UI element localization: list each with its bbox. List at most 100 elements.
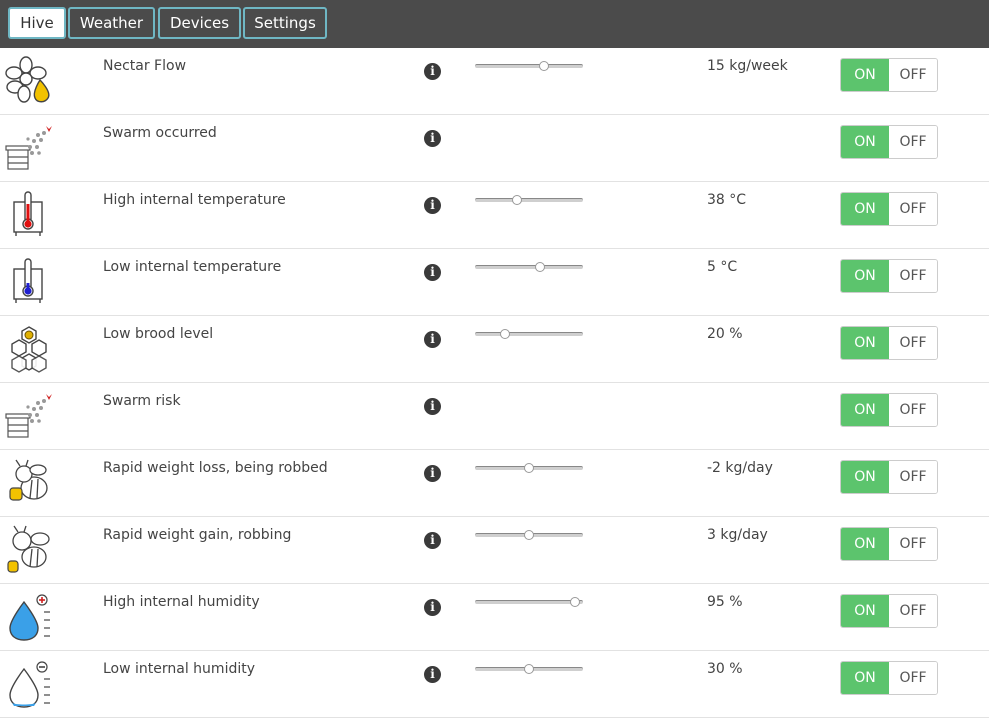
threshold-value: 38 °C (707, 192, 747, 208)
bee-carrying-honey-icon (4, 458, 54, 508)
info-icon[interactable]: i (424, 599, 441, 616)
info-icon[interactable]: i (424, 197, 441, 214)
toggle-off-button[interactable]: OFF (889, 126, 937, 158)
threshold-value: 3 kg/day (707, 527, 768, 543)
slider-thumb[interactable] (500, 329, 511, 339)
toggle-off-button[interactable]: OFF (889, 59, 937, 91)
alert-row: Low internal humidity i 30 % ON OFF (0, 651, 989, 718)
toggle-off-button[interactable]: OFF (889, 193, 937, 225)
tab-weather[interactable]: Weather (68, 7, 155, 39)
threshold-slider[interactable] (475, 597, 583, 607)
slider-track[interactable] (475, 265, 583, 269)
honeycomb-icon (4, 324, 54, 374)
toggle-on-button[interactable]: ON (841, 528, 889, 560)
threshold-value: 95 % (707, 594, 743, 610)
on-off-toggle[interactable]: ON OFF (840, 661, 938, 695)
info-icon[interactable]: i (424, 465, 441, 482)
info-icon[interactable]: i (424, 331, 441, 348)
threshold-slider[interactable] (475, 530, 583, 540)
slider-thumb[interactable] (524, 664, 534, 674)
tab-hive[interactable]: Hive (8, 7, 66, 39)
alert-label: Swarm risk (103, 393, 181, 409)
threshold-value: 5 °C (707, 259, 738, 275)
slider-thumb[interactable] (524, 463, 534, 473)
alert-row: Rapid weight gain, robbing i 3 kg/day ON OFF (0, 517, 989, 584)
info-icon[interactable]: i (424, 264, 441, 281)
on-off-toggle[interactable]: ON OFF (840, 393, 938, 427)
toggle-off-button[interactable]: OFF (889, 595, 937, 627)
on-off-toggle[interactable]: ON OFF (840, 326, 938, 360)
tab-devices[interactable]: Devices (158, 7, 241, 39)
slider-thumb[interactable] (512, 195, 523, 205)
on-off-toggle[interactable]: ON OFF (840, 460, 938, 494)
alert-rules-list: Nectar Flow i 15 kg/week ON OFF Swarm occurre… (0, 48, 989, 718)
hive-thermometer-low-icon (4, 257, 54, 307)
alert-row: Swarm risk i ON OFF (0, 383, 989, 450)
toggle-on-button[interactable]: ON (841, 461, 889, 493)
threshold-slider[interactable] (475, 329, 583, 339)
slider-thumb[interactable] (534, 262, 545, 272)
threshold-slider[interactable] (475, 664, 583, 674)
alert-label: Low brood level (103, 326, 214, 342)
toggle-on-button[interactable]: ON (841, 595, 889, 627)
toggle-off-button[interactable]: OFF (889, 662, 937, 694)
top-navigation-bar: Hive Weather Devices Settings (0, 0, 989, 48)
threshold-slider[interactable] (475, 195, 583, 205)
on-off-toggle[interactable]: ON OFF (840, 594, 938, 628)
alert-label: Nectar Flow (103, 58, 187, 74)
info-icon[interactable]: i (424, 532, 441, 549)
toggle-on-button[interactable]: ON (841, 327, 889, 359)
slider-thumb[interactable] (570, 597, 581, 607)
slider-track[interactable] (475, 600, 583, 604)
bees-leaving-hive-icon (4, 391, 54, 441)
info-icon[interactable]: i (424, 63, 441, 80)
threshold-value: 15 kg/week (707, 58, 788, 74)
toggle-on-button[interactable]: ON (841, 260, 889, 292)
toggle-on-button[interactable]: ON (841, 59, 889, 91)
info-icon[interactable]: i (424, 130, 441, 147)
alert-label: High internal temperature (103, 192, 286, 208)
toggle-off-button[interactable]: OFF (889, 461, 937, 493)
toggle-off-button[interactable]: OFF (889, 528, 937, 560)
toggle-on-button[interactable]: ON (841, 126, 889, 158)
alert-row: Nectar Flow i 15 kg/week ON OFF (0, 48, 989, 115)
alert-label: Low internal temperature (103, 259, 282, 275)
threshold-value: 20 % (707, 326, 743, 342)
toggle-on-button[interactable]: ON (841, 662, 889, 694)
alert-row: Rapid weight loss, being robbed i -2 kg/da… (0, 450, 989, 517)
bees-leaving-hive-icon (4, 123, 54, 173)
alert-row: High internal humidity i 95 % ON OFF (0, 584, 989, 651)
on-off-toggle[interactable]: ON OFF (840, 58, 938, 92)
bee-flying-honey-icon (4, 525, 54, 575)
alert-label: High internal humidity (103, 594, 260, 610)
water-drop-plus-icon (4, 592, 54, 642)
slider-track[interactable] (475, 198, 583, 202)
threshold-slider[interactable] (475, 262, 583, 272)
alert-label: Rapid weight gain, robbing (103, 527, 292, 543)
toggle-off-button[interactable]: OFF (889, 394, 937, 426)
on-off-toggle[interactable]: ON OFF (840, 527, 938, 561)
alert-label: Low internal humidity (103, 661, 256, 677)
toggle-on-button[interactable]: ON (841, 193, 889, 225)
alert-label: Rapid weight loss, being robbed (103, 460, 328, 476)
alert-row: Low brood level i 20 % ON OFF (0, 316, 989, 383)
on-off-toggle[interactable]: ON OFF (840, 259, 938, 293)
flower-honey-drop-icon (4, 56, 54, 106)
threshold-value: -2 kg/day (707, 460, 773, 476)
toggle-off-button[interactable]: OFF (889, 327, 937, 359)
slider-track[interactable] (475, 332, 583, 336)
threshold-slider[interactable] (475, 61, 583, 71)
alert-label: Swarm occurred (103, 125, 217, 141)
slider-thumb[interactable] (524, 530, 534, 540)
on-off-toggle[interactable]: ON OFF (840, 125, 938, 159)
threshold-slider[interactable] (475, 463, 583, 473)
info-icon[interactable]: i (424, 398, 441, 415)
water-drop-minus-icon (4, 659, 54, 709)
slider-thumb[interactable] (539, 61, 550, 71)
on-off-toggle[interactable]: ON OFF (840, 192, 938, 226)
slider-track[interactable] (475, 64, 583, 68)
toggle-off-button[interactable]: OFF (889, 260, 937, 292)
toggle-on-button[interactable]: ON (841, 394, 889, 426)
info-icon[interactable]: i (424, 666, 441, 683)
tab-settings[interactable]: Settings (243, 7, 327, 39)
